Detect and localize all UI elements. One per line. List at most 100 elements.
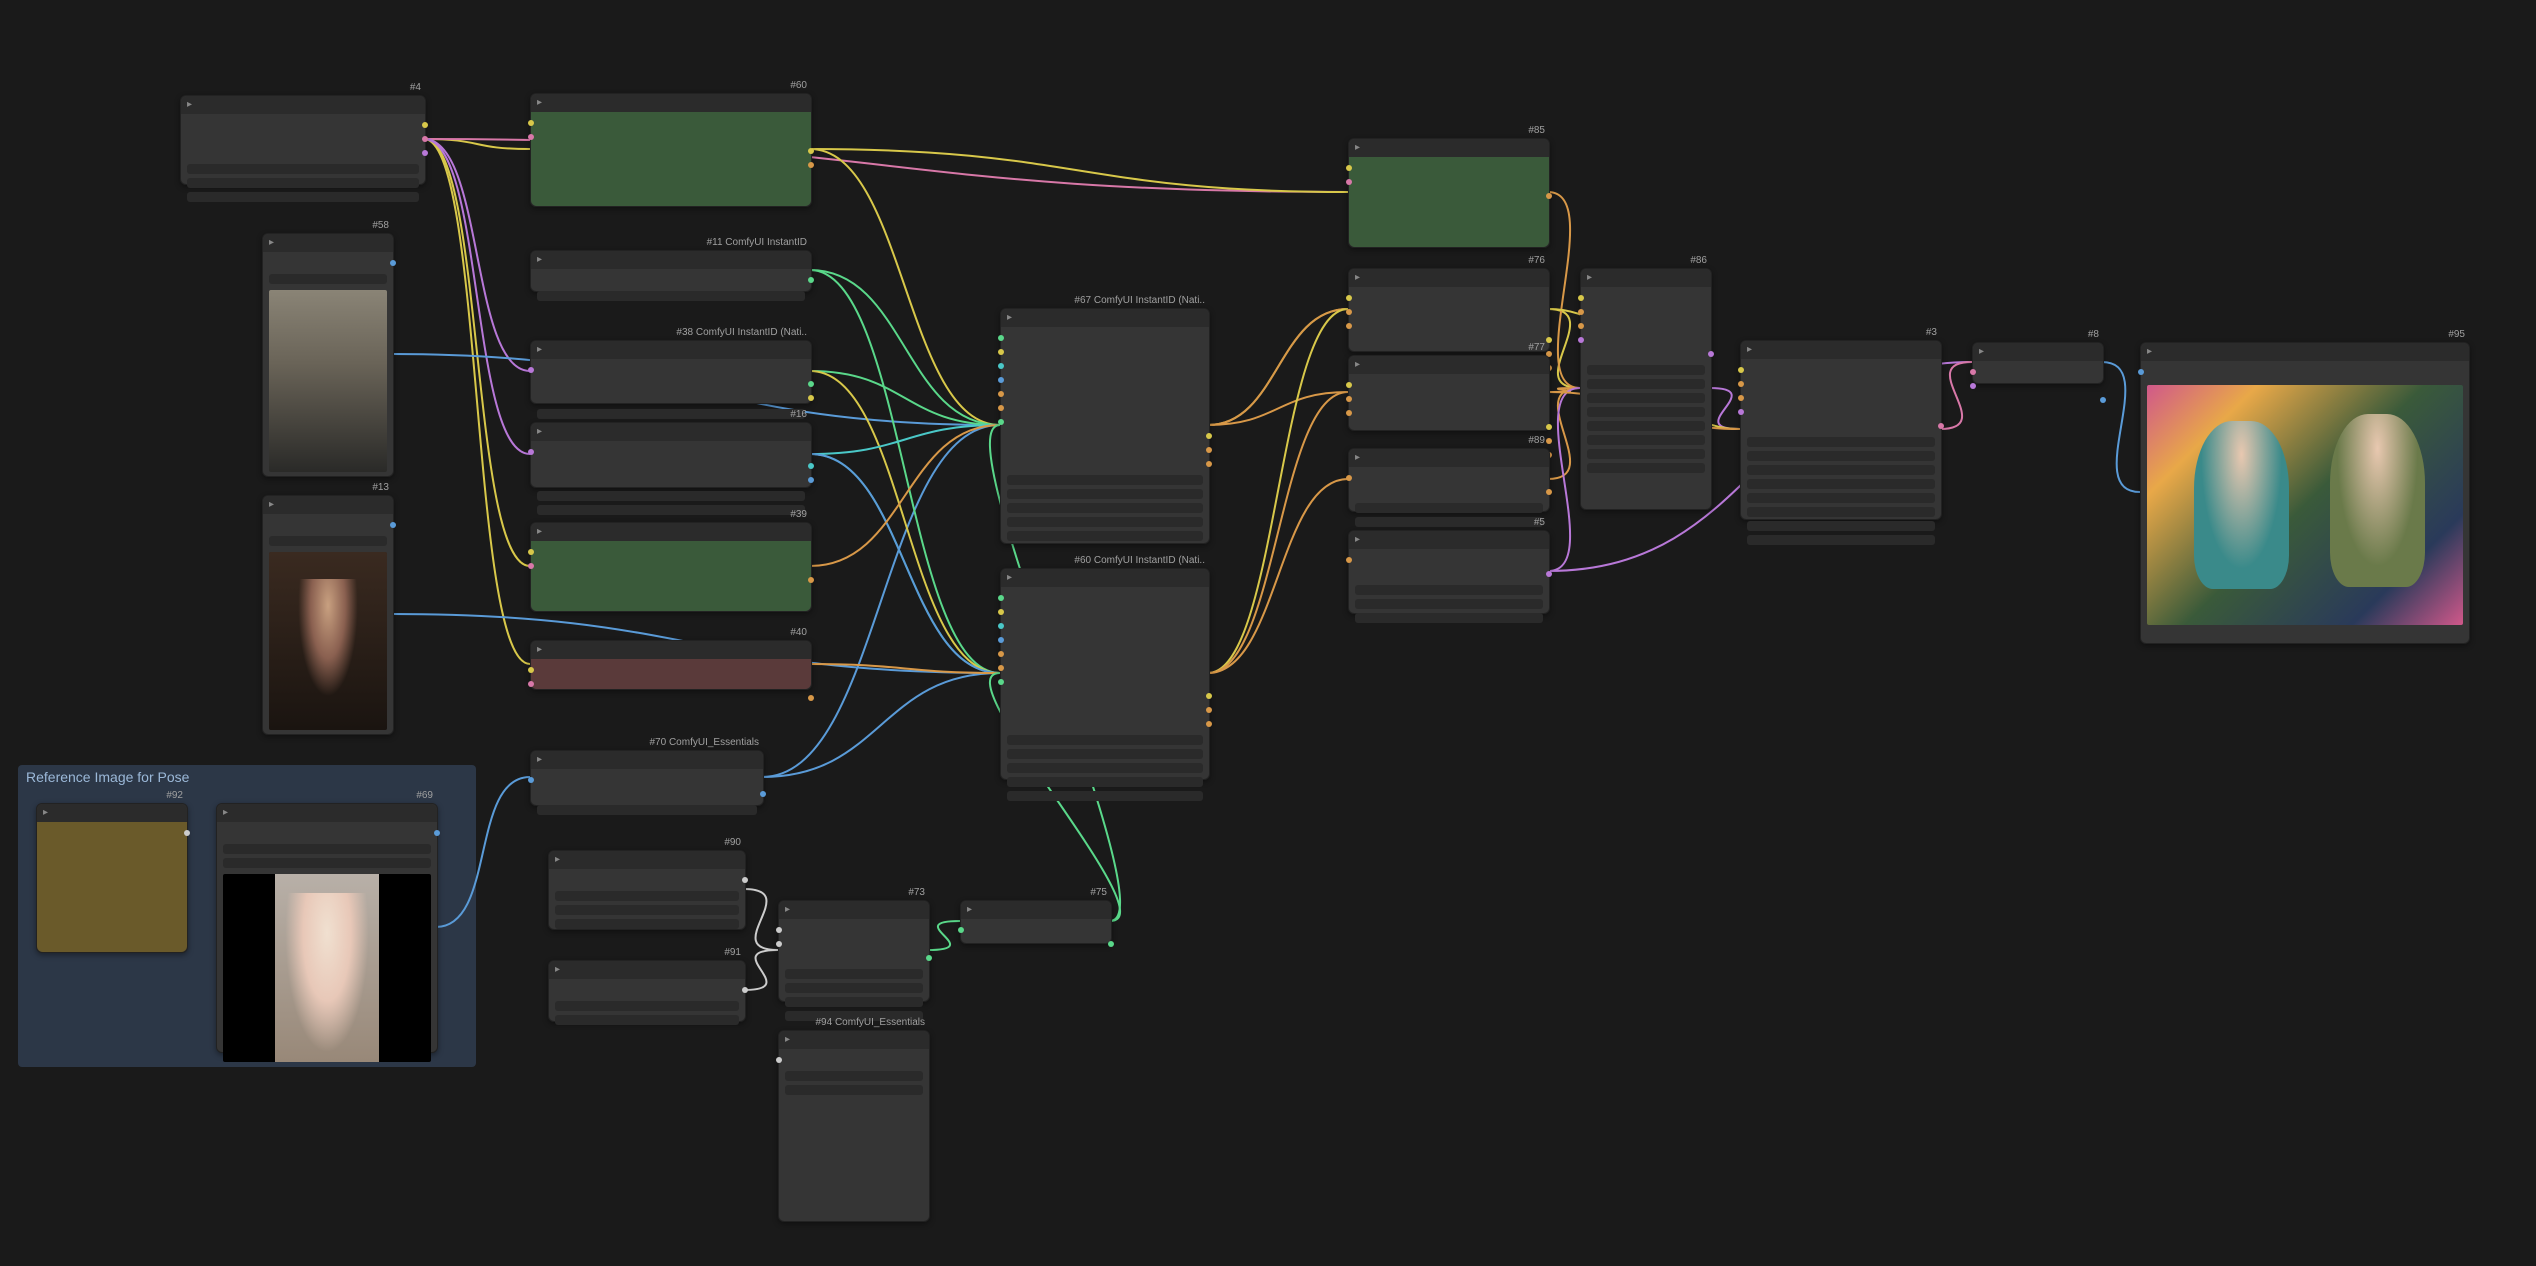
output-slot[interactable]	[1546, 489, 1552, 495]
node-titlebar[interactable]: ▸	[181, 96, 425, 114]
collapse-icon[interactable]: ▸	[537, 346, 545, 354]
input-slot[interactable]	[1346, 309, 1352, 315]
connection-wire[interactable]	[1548, 192, 1580, 388]
collapse-icon[interactable]: ▸	[1355, 454, 1363, 462]
node-widget[interactable]	[555, 1015, 739, 1025]
connection-wire[interactable]	[1548, 309, 1580, 388]
input-slot[interactable]	[1970, 369, 1976, 375]
node-titlebar[interactable]: ▸	[1349, 449, 1549, 467]
connection-wire[interactable]	[810, 149, 1000, 425]
node-widget[interactable]	[1007, 763, 1203, 773]
node-widget[interactable]	[537, 505, 805, 515]
input-slot[interactable]	[998, 335, 1004, 341]
collapse-icon[interactable]: ▸	[223, 809, 231, 817]
node-titlebar[interactable]: ▸	[531, 94, 811, 112]
node-titlebar[interactable]: ▸	[37, 804, 187, 822]
node-widget[interactable]	[1587, 435, 1705, 445]
node-widget[interactable]	[555, 905, 739, 915]
output-slot[interactable]	[1206, 707, 1212, 713]
collapse-icon[interactable]: ▸	[537, 428, 545, 436]
node-widget[interactable]	[555, 891, 739, 901]
connection-wire[interactable]	[1548, 388, 1580, 479]
input-slot[interactable]	[1738, 367, 1744, 373]
node-8[interactable]: #8▸	[1972, 342, 2104, 384]
input-slot[interactable]	[776, 927, 782, 933]
output-slot[interactable]	[808, 277, 814, 283]
input-slot[interactable]	[528, 120, 534, 126]
node-39[interactable]: #39▸	[530, 522, 812, 612]
connection-wire[interactable]	[810, 425, 1000, 566]
node-widget[interactable]	[269, 536, 387, 546]
collapse-icon[interactable]: ▸	[537, 256, 545, 264]
node-titlebar[interactable]: ▸	[263, 234, 393, 252]
connection-wire[interactable]	[1548, 388, 1580, 392]
node-widget[interactable]	[785, 1071, 923, 1081]
node-widget[interactable]	[1587, 421, 1705, 431]
input-slot[interactable]	[1346, 295, 1352, 301]
input-slot[interactable]	[1346, 165, 1352, 171]
node-69[interactable]: #69▸	[216, 803, 438, 1053]
input-slot[interactable]	[998, 377, 1004, 383]
node-widget[interactable]	[1587, 449, 1705, 459]
input-slot[interactable]	[1578, 323, 1584, 329]
node-widget[interactable]	[1747, 521, 1935, 531]
output-slot[interactable]	[2100, 397, 2106, 403]
output-slot[interactable]	[1206, 447, 1212, 453]
node-widget[interactable]	[1355, 517, 1543, 527]
node-titlebar[interactable]: ▸	[1001, 569, 1209, 587]
input-slot[interactable]	[1346, 396, 1352, 402]
node-widget[interactable]	[555, 919, 739, 929]
input-slot[interactable]	[998, 595, 1004, 601]
node-titlebar[interactable]: ▸	[549, 961, 745, 979]
input-slot[interactable]	[998, 609, 1004, 615]
node-widget[interactable]	[1747, 465, 1935, 475]
output-slot[interactable]	[1938, 423, 1944, 429]
connection-wire[interactable]	[810, 454, 1000, 673]
node-widget[interactable]	[785, 969, 923, 979]
node-titlebar[interactable]: ▸	[531, 751, 763, 769]
output-slot[interactable]	[1206, 433, 1212, 439]
node-60[interactable]: #60▸	[530, 93, 812, 207]
connection-wire[interactable]	[2102, 362, 2140, 492]
connection-wire[interactable]	[424, 139, 530, 664]
node-widget[interactable]	[187, 178, 419, 188]
node-widget[interactable]	[1587, 379, 1705, 389]
node-86[interactable]: #86▸	[1580, 268, 1712, 510]
connection-wire[interactable]	[1940, 362, 1972, 429]
connection-wire[interactable]	[810, 425, 1000, 454]
connection-wire[interactable]	[1208, 309, 1348, 673]
node-70[interactable]: #70 ComfyUI_Essentials▸	[530, 750, 764, 806]
node-widget[interactable]	[1355, 599, 1543, 609]
node-94[interactable]: #94 ComfyUI_Essentials▸	[778, 1030, 930, 1222]
node-titlebar[interactable]: ▸	[1349, 531, 1549, 549]
node-titlebar[interactable]: ▸	[217, 804, 437, 822]
output-slot[interactable]	[808, 577, 814, 583]
node-widget[interactable]	[1007, 735, 1203, 745]
connection-wire[interactable]	[1208, 392, 1348, 673]
node-widget[interactable]	[1355, 585, 1543, 595]
output-slot[interactable]	[422, 136, 428, 142]
node-5[interactable]: #5▸	[1348, 530, 1550, 614]
node-widget[interactable]	[223, 858, 431, 868]
input-slot[interactable]	[528, 563, 534, 569]
collapse-icon[interactable]: ▸	[537, 646, 545, 654]
input-slot[interactable]	[1738, 381, 1744, 387]
node-widget[interactable]	[537, 291, 805, 301]
node-widget[interactable]	[785, 983, 923, 993]
connection-wire[interactable]	[424, 139, 530, 454]
node-16[interactable]: #16▸	[530, 422, 812, 488]
node-widget[interactable]	[1007, 503, 1203, 513]
output-slot[interactable]	[808, 477, 814, 483]
connection-wire[interactable]	[1548, 388, 1580, 571]
collapse-icon[interactable]: ▸	[269, 501, 277, 509]
output-slot[interactable]	[1206, 721, 1212, 727]
connection-wire[interactable]	[744, 889, 778, 950]
node-widget[interactable]	[1007, 777, 1203, 787]
input-slot[interactable]	[1738, 395, 1744, 401]
node-titlebar[interactable]: ▸	[2141, 343, 2469, 361]
input-slot[interactable]	[528, 449, 534, 455]
input-slot[interactable]	[528, 667, 534, 673]
output-slot[interactable]	[1546, 193, 1552, 199]
input-slot[interactable]	[776, 1057, 782, 1063]
node-75[interactable]: #75▸	[960, 900, 1112, 944]
